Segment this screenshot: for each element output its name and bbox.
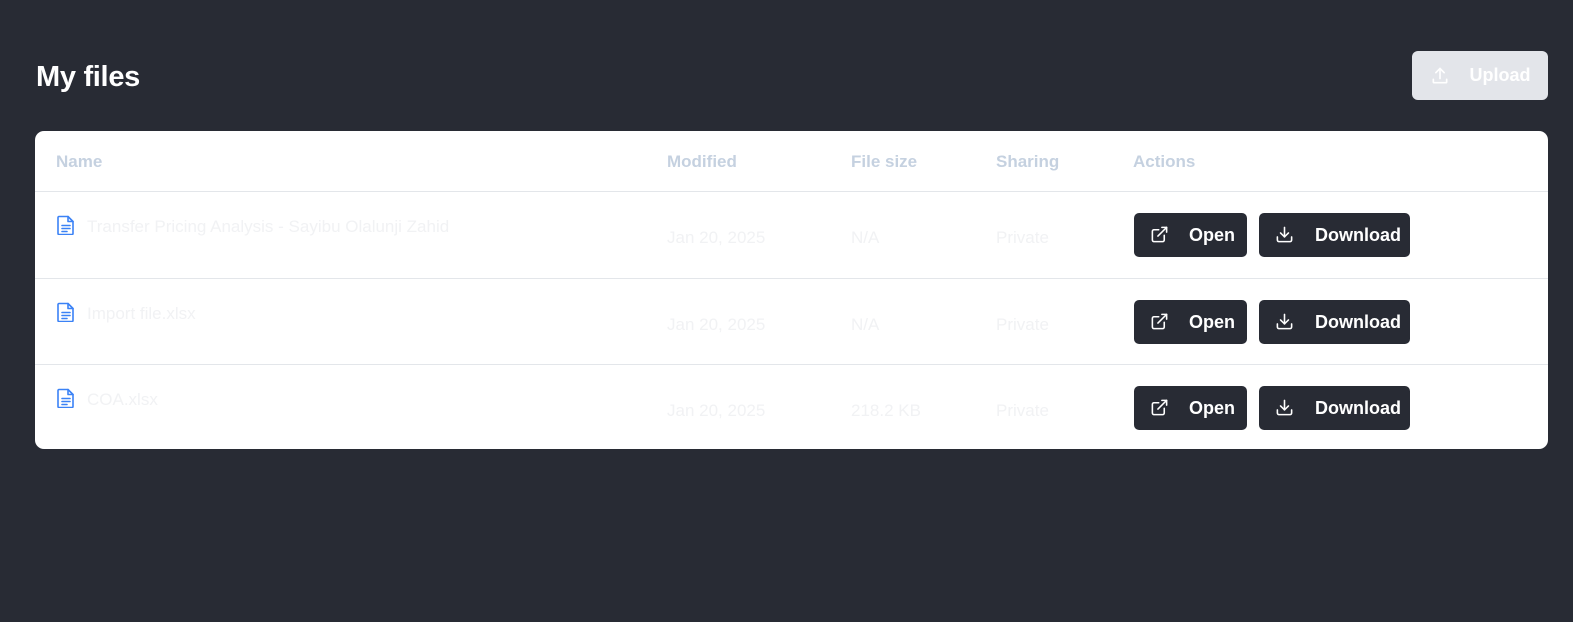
table-row: Import file.xlsx Jan 20, 2025 N/A Privat…	[35, 278, 1548, 364]
file-modified: Jan 20, 2025	[667, 228, 766, 247]
file-text-icon	[57, 302, 74, 322]
table-header: Name Modified File size Sharing Actions	[35, 131, 1548, 192]
open-button[interactable]: Open	[1134, 213, 1247, 257]
upload-icon	[1432, 67, 1447, 83]
column-header-file-size: File size	[851, 152, 918, 171]
file-name[interactable]: COA.xlsx	[87, 390, 158, 410]
download-button[interactable]: Download	[1259, 386, 1410, 430]
file-text-icon	[57, 215, 74, 235]
open-button[interactable]: Open	[1134, 300, 1247, 344]
download-icon	[1276, 226, 1293, 243]
file-sharing: Private	[996, 401, 1049, 420]
file-text-icon	[57, 388, 74, 408]
file-name[interactable]: Import file.xlsx	[87, 304, 196, 324]
column-header-modified: Modified	[667, 152, 737, 171]
download-button-label: Download	[1315, 312, 1401, 332]
external-link-icon	[1151, 313, 1168, 330]
download-button[interactable]: Download	[1259, 300, 1410, 344]
upload-button[interactable]: Upload	[1412, 51, 1548, 100]
files-page: My files Upload Name Modified File size …	[0, 0, 1573, 622]
table-row: COA.xlsx Jan 20, 2025 218.2 KB Private O…	[35, 364, 1548, 449]
upload-button-label: Upload	[1469, 65, 1531, 85]
open-button-label: Open	[1189, 398, 1236, 418]
external-link-icon	[1151, 226, 1168, 243]
column-header-name: Name	[56, 152, 103, 171]
table-row: Transfer Pricing Analysis - Sayibu Olalu…	[35, 192, 1548, 278]
file-size: 218.2 KB	[851, 401, 921, 420]
file-name[interactable]: Transfer Pricing Analysis - Sayibu Olalu…	[87, 217, 449, 237]
download-button[interactable]: Download	[1259, 213, 1410, 257]
file-size: N/A	[851, 315, 880, 334]
download-icon	[1276, 399, 1293, 416]
open-button-label: Open	[1189, 225, 1236, 245]
file-size: N/A	[851, 228, 880, 247]
file-sharing: Private	[996, 228, 1049, 247]
external-link-icon	[1151, 399, 1168, 416]
file-modified: Jan 20, 2025	[667, 401, 766, 420]
page-title: My files	[36, 61, 140, 93]
download-button-label: Download	[1315, 398, 1401, 418]
open-button[interactable]: Open	[1134, 386, 1247, 430]
file-sharing: Private	[996, 315, 1049, 334]
file-modified: Jan 20, 2025	[667, 315, 766, 334]
files-table: Name Modified File size Sharing Actions …	[35, 131, 1548, 449]
open-button-label: Open	[1189, 312, 1236, 332]
download-button-label: Download	[1315, 225, 1401, 245]
column-header-actions: Actions	[1133, 152, 1196, 171]
column-header-sharing: Sharing	[996, 152, 1060, 171]
download-icon	[1276, 313, 1293, 330]
